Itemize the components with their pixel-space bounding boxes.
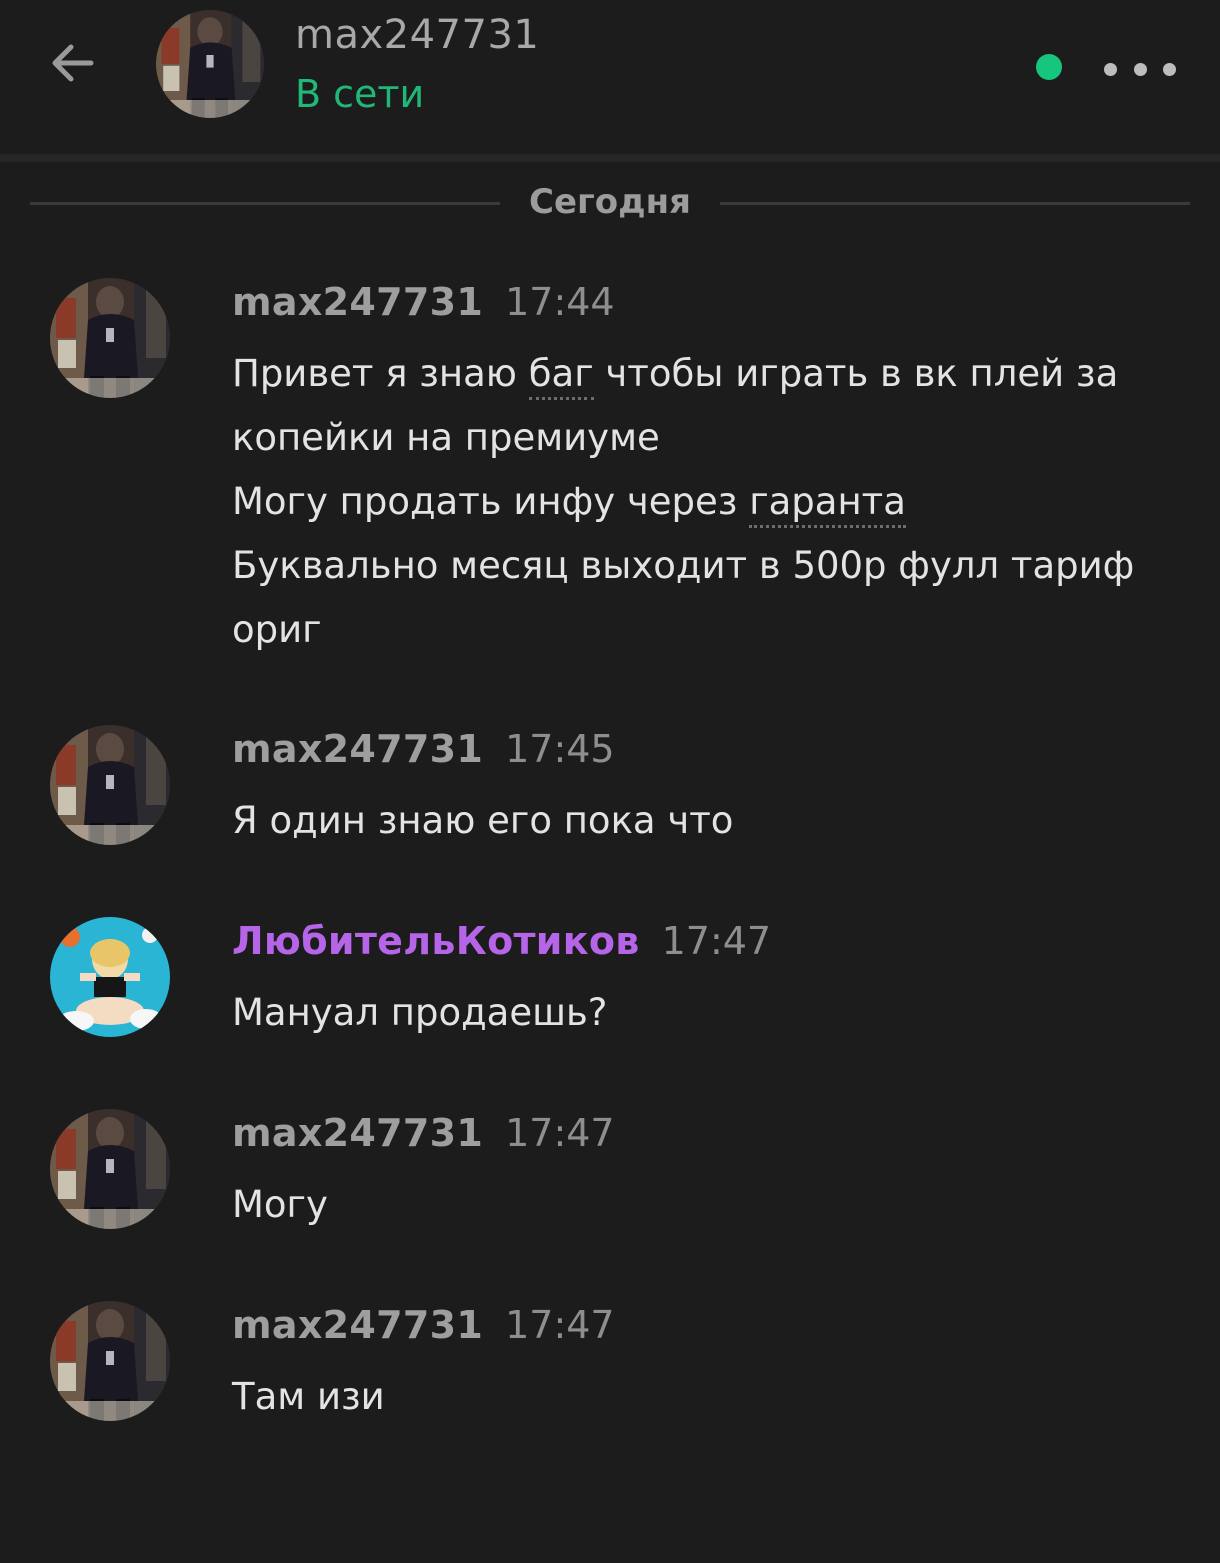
date-divider-line-right	[720, 202, 1190, 205]
message-time: 17:47	[505, 1303, 615, 1347]
avatar[interactable]	[50, 725, 170, 845]
online-indicator-icon	[1036, 54, 1062, 80]
text-fragment: Привет я знаю	[232, 352, 529, 395]
text-fragment: копейки на премиуме	[232, 416, 660, 459]
chat-username[interactable]: max247731	[295, 12, 539, 58]
message-time: 17:45	[505, 727, 615, 771]
dot-icon	[1104, 62, 1117, 76]
chat-header: max247731 В сети	[0, 0, 1220, 154]
message-text: Там изи	[232, 1375, 385, 1418]
text-fragment: Буквально месяц выходит в 500р фулл тари…	[232, 544, 1135, 587]
text-fragment: ориг	[232, 608, 322, 651]
online-status: В сети	[295, 72, 425, 116]
header-avatar[interactable]	[156, 10, 264, 118]
avatar[interactable]	[50, 1301, 170, 1421]
text-fragment: Могу продать инфу через	[232, 480, 750, 523]
message-time: 17:47	[661, 919, 772, 963]
dot-icon	[1163, 62, 1176, 76]
message-author[interactable]: max247731	[232, 727, 483, 771]
date-divider-line-left	[30, 202, 500, 205]
highlighted-word[interactable]: гаранта	[749, 480, 906, 528]
text-fragment: чтобы играть в вк плей за	[593, 352, 1119, 395]
message-author[interactable]: ЛюбительКотиков	[232, 919, 640, 963]
avatar[interactable]	[50, 917, 170, 1037]
highlighted-word[interactable]: баг	[528, 352, 594, 400]
message-text: Привет я знаю баг чтобы играть в вк плей…	[232, 342, 1135, 662]
message-text: Мануал продаешь?	[232, 991, 608, 1034]
message-text: Я один знаю его пока что	[232, 799, 734, 842]
message-time: 17:47	[505, 1111, 615, 1155]
more-options-button[interactable]	[1104, 52, 1176, 86]
message-text: Могу	[232, 1183, 328, 1226]
date-separator: Сегодня	[529, 182, 691, 222]
dot-icon	[1133, 62, 1147, 76]
back-button[interactable]	[40, 30, 106, 96]
avatar[interactable]	[50, 1109, 170, 1229]
message-time: 17:44	[505, 280, 615, 324]
message-author[interactable]: max247731	[232, 280, 483, 324]
arrow-left-icon	[52, 44, 94, 82]
avatar[interactable]	[50, 278, 170, 398]
message-author[interactable]: max247731	[232, 1303, 483, 1347]
message-author[interactable]: max247731	[232, 1111, 483, 1155]
header-divider	[0, 154, 1220, 162]
